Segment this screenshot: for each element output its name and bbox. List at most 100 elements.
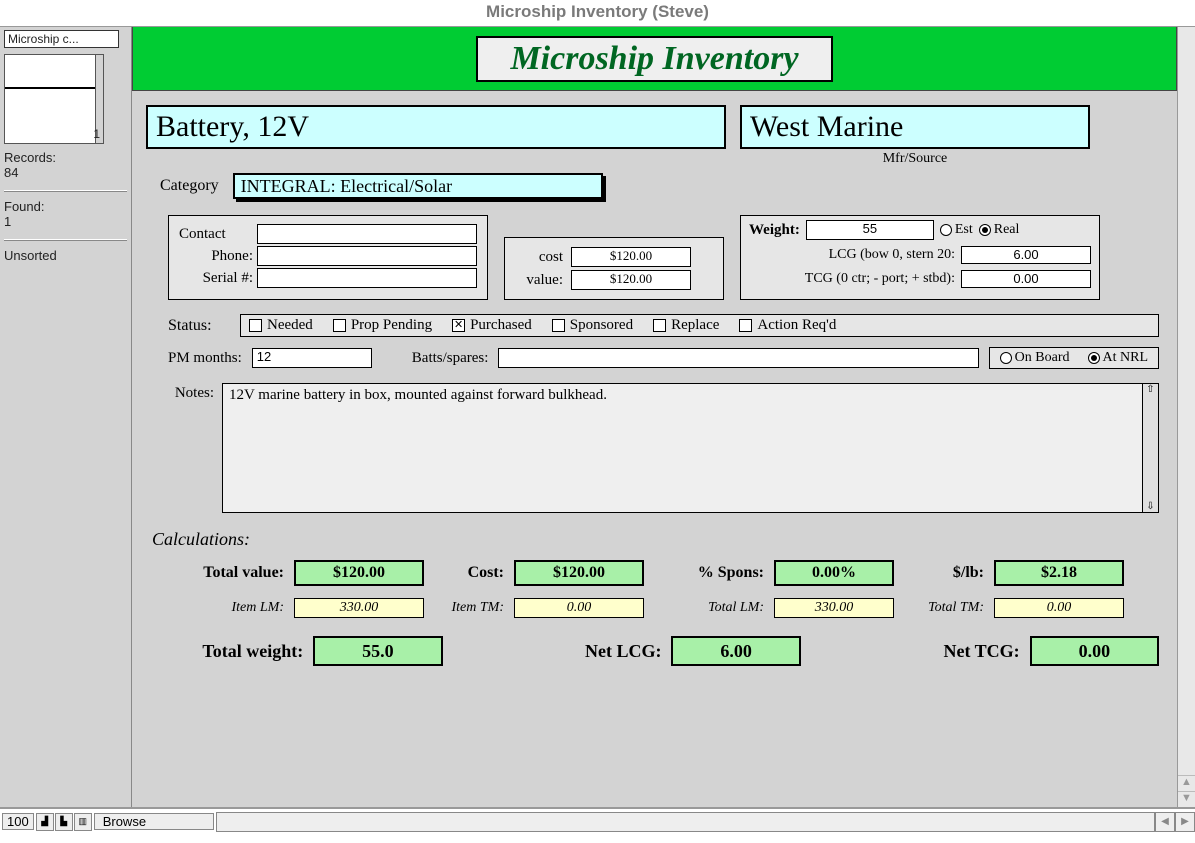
value-label: value: bbox=[515, 272, 571, 289]
item-tm-label: Item TM: bbox=[434, 600, 504, 616]
vertical-scrollbar[interactable]: ▲ ▼ bbox=[1177, 27, 1195, 807]
lcg-field[interactable]: 6.00 bbox=[961, 246, 1091, 264]
atnrl-radio[interactable]: At NRL bbox=[1088, 350, 1149, 366]
total-weight-label: Total weight: bbox=[164, 641, 303, 662]
zoom-icon[interactable]: ▟ bbox=[36, 813, 54, 831]
cost-panel: cost $120.00 value: $120.00 bbox=[504, 237, 724, 300]
value-field[interactable]: $120.00 bbox=[571, 270, 691, 290]
record-navigator[interactable]: 1 bbox=[4, 54, 104, 144]
status-needed-checkbox[interactable]: Needed bbox=[249, 317, 313, 334]
status-option-label: Action Req'd bbox=[757, 317, 836, 334]
status-prop-pending-checkbox[interactable]: Prop Pending bbox=[333, 317, 432, 334]
footer-spacer bbox=[216, 812, 1155, 832]
cost-label: cost bbox=[515, 249, 571, 266]
weight-label: Weight: bbox=[749, 222, 800, 239]
status-option-label: Purchased bbox=[470, 317, 532, 334]
batts-label: Batts/spares: bbox=[412, 350, 489, 367]
tcg-field[interactable]: 0.00 bbox=[961, 270, 1091, 288]
spons-label: % Spons: bbox=[654, 564, 764, 582]
spons-field: 0.00% bbox=[774, 560, 894, 586]
weight-est-radio[interactable]: Est bbox=[940, 222, 973, 238]
header-banner: Microship Inventory bbox=[132, 27, 1177, 91]
status-sidebar: Microship c... 1 Records: 84 Found: 1 Un… bbox=[0, 27, 132, 807]
item-lm-field: 330.00 bbox=[294, 598, 424, 618]
total-lm-field: 330.00 bbox=[774, 598, 894, 618]
scroll-up-icon[interactable]: ⇧ bbox=[1146, 384, 1154, 395]
status-sponsored-checkbox[interactable]: Sponsored bbox=[552, 317, 633, 334]
checkbox-icon bbox=[552, 319, 565, 332]
weight-field[interactable]: 55 bbox=[806, 220, 934, 240]
status-option-label: Needed bbox=[267, 317, 313, 334]
cost-field[interactable]: $120.00 bbox=[571, 247, 691, 267]
manufacturer-label: Mfr/Source bbox=[740, 151, 1090, 167]
status-replace-checkbox[interactable]: Replace bbox=[653, 317, 719, 334]
serial-field[interactable] bbox=[257, 268, 477, 288]
total-tm-label: Total TM: bbox=[904, 600, 984, 616]
phone-field[interactable] bbox=[257, 246, 477, 266]
records-count: 84 bbox=[4, 165, 127, 180]
sort-state: Unsorted bbox=[4, 248, 127, 263]
category-label: Category bbox=[160, 177, 219, 195]
scroll-down-icon[interactable]: ⇩ bbox=[1146, 501, 1154, 512]
next-record-icon[interactable]: ▶ bbox=[1175, 812, 1195, 832]
item-name-field[interactable]: Battery, 12V bbox=[146, 105, 726, 149]
contact-label: Contact bbox=[179, 226, 257, 243]
layout-icon[interactable]: ▥ bbox=[74, 813, 92, 831]
total-value-field: $120.00 bbox=[294, 560, 424, 586]
status-label: Status: bbox=[168, 317, 230, 335]
status-option-label: Sponsored bbox=[570, 317, 633, 334]
mode-indicator[interactable]: Browse bbox=[94, 813, 214, 830]
pm-months-label: PM months: bbox=[168, 350, 242, 367]
atnrl-label: At NRL bbox=[1103, 350, 1149, 366]
scroll-down-icon[interactable]: ▼ bbox=[1178, 791, 1195, 807]
zoom-icon-2[interactable]: ▙ bbox=[55, 813, 73, 831]
status-action-req-d-checkbox[interactable]: Action Req'd bbox=[739, 317, 836, 334]
manufacturer-field[interactable]: West Marine bbox=[740, 105, 1090, 149]
batts-field[interactable] bbox=[498, 348, 978, 368]
weight-panel: Weight: 55 Est Real LCG (bow 0, stern 20… bbox=[740, 215, 1100, 300]
calc-cost-label: Cost: bbox=[434, 564, 504, 582]
phone-label: Phone: bbox=[179, 248, 257, 265]
notes-scrollbar[interactable]: ⇧ ⇩ bbox=[1142, 384, 1158, 512]
weight-real-radio[interactable]: Real bbox=[979, 222, 1020, 238]
checkbox-icon: ✕ bbox=[452, 319, 465, 332]
category-field[interactable]: INTEGRAL: Electrical/Solar bbox=[233, 173, 603, 199]
contact-field[interactable] bbox=[257, 224, 477, 244]
perlb-field: $2.18 bbox=[994, 560, 1124, 586]
status-footer: 100 ▟ ▙ ▥ Browse ◀ ▶ bbox=[0, 808, 1195, 834]
zoom-level[interactable]: 100 bbox=[2, 813, 34, 830]
checkbox-icon bbox=[333, 319, 346, 332]
status-option-label: Prop Pending bbox=[351, 317, 432, 334]
checkbox-icon bbox=[739, 319, 752, 332]
total-weight-field: 55.0 bbox=[313, 636, 442, 666]
lcg-label: LCG (bow 0, stern 20: bbox=[749, 247, 961, 263]
scroll-up-icon[interactable]: ▲ bbox=[1178, 775, 1195, 791]
status-option-label: Replace bbox=[671, 317, 719, 334]
total-value-label: Total value: bbox=[164, 564, 284, 582]
records-label: Records: bbox=[4, 150, 127, 165]
calc-cost-field: $120.00 bbox=[514, 560, 644, 586]
status-purchased-checkbox[interactable]: ✕ Purchased bbox=[452, 317, 532, 334]
pm-months-field[interactable]: 12 bbox=[252, 348, 372, 368]
total-tm-field: 0.00 bbox=[994, 598, 1124, 618]
onboard-radio[interactable]: On Board bbox=[1000, 350, 1070, 366]
record-index: 1 bbox=[93, 127, 100, 141]
found-label: Found: bbox=[4, 199, 127, 214]
calculations-heading: Calculations: bbox=[152, 529, 1159, 550]
status-group: Needed Prop Pending ✕ Purchased Sponsored Rep… bbox=[240, 314, 1159, 337]
contact-panel: Contact Phone: Serial #: bbox=[168, 215, 488, 300]
serial-label: Serial #: bbox=[179, 270, 257, 287]
notes-label: Notes: bbox=[156, 383, 214, 513]
tcg-label: TCG (0 ctr; - port; + stbd): bbox=[749, 271, 961, 287]
found-count: 1 bbox=[4, 214, 127, 229]
weight-real-label: Real bbox=[994, 222, 1020, 238]
onboard-label: On Board bbox=[1015, 350, 1070, 366]
net-lcg-label: Net LCG: bbox=[453, 641, 662, 662]
item-lm-label: Item LM: bbox=[164, 600, 284, 616]
checkbox-icon bbox=[653, 319, 666, 332]
header-title: Microship Inventory bbox=[476, 36, 832, 82]
notes-field[interactable]: 12V marine battery in box, mounted again… bbox=[222, 383, 1159, 513]
window-title: Microship Inventory (Steve) bbox=[0, 0, 1195, 26]
prev-record-icon[interactable]: ◀ bbox=[1155, 812, 1175, 832]
layout-selector[interactable]: Microship c... bbox=[4, 30, 119, 48]
